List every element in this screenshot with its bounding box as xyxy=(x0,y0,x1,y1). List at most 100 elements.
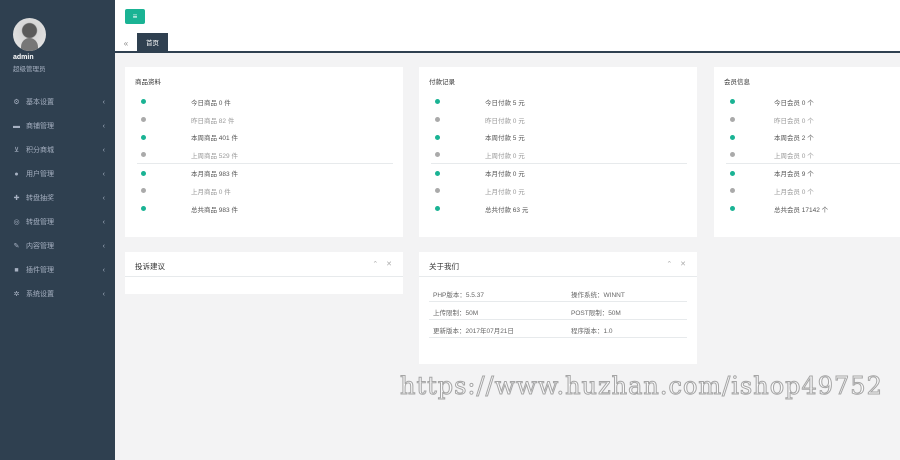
user-role: 超级管理员 xyxy=(13,66,46,73)
stat-text: 昨日付款 0 元 xyxy=(485,117,525,125)
sidebar-toggle-button[interactable]: ≡ xyxy=(125,9,145,24)
list-item: 上周付款 0 元 xyxy=(431,146,687,165)
chevron-left-icon: ‹ xyxy=(102,290,105,298)
stat-text: 本月付款 0 元 xyxy=(485,171,525,179)
sidebar-item-basic-settings[interactable]: ⚙ 基本设置 ‹ xyxy=(0,90,115,114)
about-panel: 关于我们 ⌃ ✕ PHP版本：5.5.37 操作系统：WINNT 上传限制：50… xyxy=(419,252,697,364)
list-item: 上周会员 0 个 xyxy=(726,146,900,165)
stat-text: 本周会员 2 个 xyxy=(774,135,814,143)
folder-icon: ▬ xyxy=(13,122,20,130)
user-name[interactable]: admin xyxy=(13,54,34,61)
stat-text: 今日会员 0 个 xyxy=(774,99,814,107)
sidebar-item-label: 积分商城 xyxy=(26,147,54,154)
stat-text: 上周付款 0 元 xyxy=(485,152,525,160)
list-item: 昨日商品 82 件 xyxy=(137,111,393,129)
table-row: 上传限制：50M POST限制：50M xyxy=(429,302,687,320)
status-dot xyxy=(435,170,440,176)
list-item: 本周会员 2 个 xyxy=(726,129,900,147)
collapse-close-icons[interactable]: ⌃ ✕ xyxy=(666,261,689,268)
sidebar-item-wheel-lottery[interactable]: ✚ 转盘抽奖 ‹ xyxy=(0,186,115,210)
stat-text: 上月付款 0 元 xyxy=(485,188,525,196)
tab-home[interactable]: 首页 xyxy=(137,33,168,51)
sidebar-item-content-management[interactable]: ✎ 内容管理 ‹ xyxy=(0,234,115,258)
stat-text: 今日付款 5 元 xyxy=(485,99,525,107)
chevron-left-icon: ‹ xyxy=(102,218,105,226)
menu-icon: ≡ xyxy=(132,11,138,21)
status-dot xyxy=(730,117,735,123)
sidebar-item-plugin-management[interactable]: ■ 插件管理 ‹ xyxy=(0,258,115,282)
sidebar-item-wheel-management[interactable]: ◎ 转盘管理 ‹ xyxy=(0,210,115,234)
panel-title: 付款记录 xyxy=(429,79,455,86)
list-item: 总共商品 983 件 xyxy=(137,200,393,218)
stat-text: 昨日会员 0 个 xyxy=(774,117,814,125)
list-item: 昨日会员 0 个 xyxy=(726,111,900,129)
sidebar-item-label: 系统设置 xyxy=(26,291,54,298)
sidebar-item-label: 转盘管理 xyxy=(26,219,54,226)
chevron-left-icon: ‹ xyxy=(102,242,105,250)
products-panel: 商品资料 今日商品 0 件 昨日商品 82 件 本周商品 401 件 上周商品 … xyxy=(125,67,403,237)
status-dot xyxy=(435,99,440,105)
top-bar: ≡ xyxy=(115,0,900,33)
sidebar-item-points-mall[interactable]: ⊻ 积分商城 ‹ xyxy=(0,138,115,162)
list-item: 上月会员 0 个 xyxy=(726,182,900,200)
upload-limit: 上传限制：50M xyxy=(433,310,479,317)
panel-title: 会员信息 xyxy=(724,79,750,86)
status-dot xyxy=(730,170,735,176)
chevron-left-icon: ‹ xyxy=(102,146,105,154)
avatar[interactable] xyxy=(13,18,46,51)
gear-icon: ⚙ xyxy=(13,99,20,106)
tab-scroll-left-button[interactable]: « xyxy=(119,36,133,50)
edit-icon: ✎ xyxy=(13,243,20,250)
status-dot xyxy=(730,188,735,194)
list-item: 今日商品 0 件 xyxy=(137,93,393,111)
sidebar-item-label: 转盘抽奖 xyxy=(26,195,54,202)
sidebar-item-user-management[interactable]: ● 用户管理 ‹ xyxy=(0,162,115,186)
stat-text: 总共商品 983 件 xyxy=(191,206,238,214)
server-info-table: PHP版本：5.5.37 操作系统：WINNT 上传限制：50M POST限制：… xyxy=(429,284,687,338)
stat-text: 上周会员 0 个 xyxy=(774,152,814,160)
panel-tools[interactable]: ⌃ ✕ xyxy=(372,260,395,268)
user-icon: ● xyxy=(14,170,19,178)
sidebar-menu: ⚙ 基本设置 ‹ ▬ 商铺管理 ‹ ⊻ 积分商城 ‹ ● 用户管理 ‹ ✚ 转盘… xyxy=(0,90,115,306)
feedback-panel: 投诉建议 ⌃ ✕ xyxy=(125,252,403,294)
list-item: 今日会员 0 个 xyxy=(726,93,900,111)
sidebar-item-system-settings[interactable]: ✲ 系统设置 ‹ xyxy=(0,282,115,306)
stat-text: 本月会员 9 个 xyxy=(774,171,814,179)
payments-stat-list: 今日付款 5 元 昨日付款 0 元 本周付款 5 元 上周付款 0 元 本月付款… xyxy=(431,93,687,218)
status-dot xyxy=(141,117,146,123)
collapse-close-icons[interactable]: ⌃ ✕ xyxy=(372,261,395,268)
tab-bar: « 首页 xyxy=(115,33,900,53)
status-dot xyxy=(435,152,440,158)
status-dot xyxy=(730,206,735,212)
panel-tools[interactable]: ⌃ ✕ xyxy=(666,260,689,268)
stat-text: 本月商品 983 件 xyxy=(191,171,238,179)
sidebar-item-label: 内容管理 xyxy=(26,243,54,250)
members-panel: 会员信息 今日会员 0 个 昨日会员 0 个 本周会员 2 个 上周会员 0 个… xyxy=(714,67,900,237)
stat-text: 本周付款 5 元 xyxy=(485,135,525,143)
circle-icon: ◎ xyxy=(13,219,20,226)
table-row: 更新版本：2017年07月21日 程序版本：1.0 xyxy=(429,320,687,338)
chevron-left-icon: ‹ xyxy=(102,170,105,178)
status-dot xyxy=(141,170,146,176)
list-item: 本周商品 401 件 xyxy=(137,129,393,147)
panel-title: 商品资料 xyxy=(135,79,161,86)
sidebar-item-shop-management[interactable]: ▬ 商铺管理 ‹ xyxy=(0,114,115,138)
post-limit: POST限制：50M xyxy=(571,310,621,317)
php-version: PHP版本：5.5.37 xyxy=(433,292,484,299)
status-dot xyxy=(141,99,146,105)
plugin-icon: ■ xyxy=(14,266,19,274)
list-item: 上周商品 529 件 xyxy=(137,146,393,165)
stat-text: 今日商品 0 件 xyxy=(191,99,231,107)
status-dot xyxy=(141,206,146,212)
status-dot xyxy=(730,99,735,105)
status-dot xyxy=(141,134,146,140)
status-dot xyxy=(435,117,440,123)
status-dot xyxy=(435,188,440,194)
sidebar-item-label: 基本设置 xyxy=(26,99,54,106)
stat-text: 上月会员 0 个 xyxy=(774,188,814,196)
status-dot xyxy=(730,134,735,140)
operating-system: 操作系统：WINNT xyxy=(571,292,625,299)
watermark: https://www.huzhan.com/ishop49752 xyxy=(400,372,883,401)
members-stat-list: 今日会员 0 个 昨日会员 0 个 本周会员 2 个 上周会员 0 个 本月会员… xyxy=(726,93,900,218)
sidebar: admin 超级管理员 ⚙ 基本设置 ‹ ▬ 商铺管理 ‹ ⊻ 积分商城 ‹ ●… xyxy=(0,0,115,460)
